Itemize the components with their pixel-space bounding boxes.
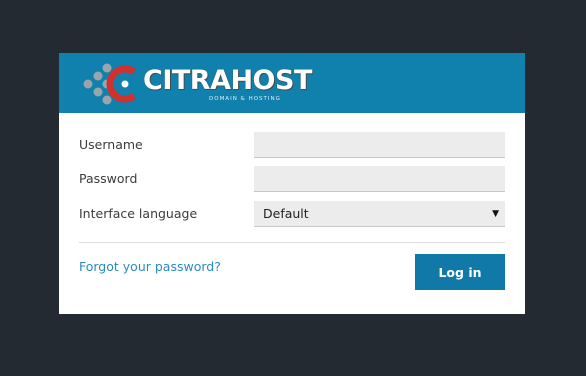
username-row: Username (79, 132, 505, 158)
brand-name: CITRAHOST (143, 65, 312, 96)
dropdown-arrow-icon: ▼ (492, 209, 499, 219)
login-button[interactable]: Log in (415, 254, 505, 290)
username-label: Username (79, 137, 143, 152)
language-row: Interface language Default ▼ (79, 201, 505, 227)
brand-tagline: DOMAIN & HOSTING (209, 96, 281, 102)
login-header: CITRAHOST DOMAIN & HOSTING (59, 53, 525, 113)
form-divider (79, 242, 505, 243)
login-card: CITRAHOST DOMAIN & HOSTING Username Pass… (59, 53, 525, 314)
language-select[interactable]: Default ▼ (254, 201, 505, 227)
language-label: Interface language (79, 206, 198, 221)
password-label: Password (79, 171, 138, 186)
password-row: Password (79, 166, 505, 192)
username-field[interactable] (254, 132, 505, 158)
citrahost-logo: CITRAHOST DOMAIN & HOSTING (79, 58, 312, 110)
language-selected-value: Default (263, 206, 309, 221)
password-field[interactable] (254, 166, 505, 192)
forgot-password-link[interactable]: Forgot your password? (79, 258, 221, 276)
